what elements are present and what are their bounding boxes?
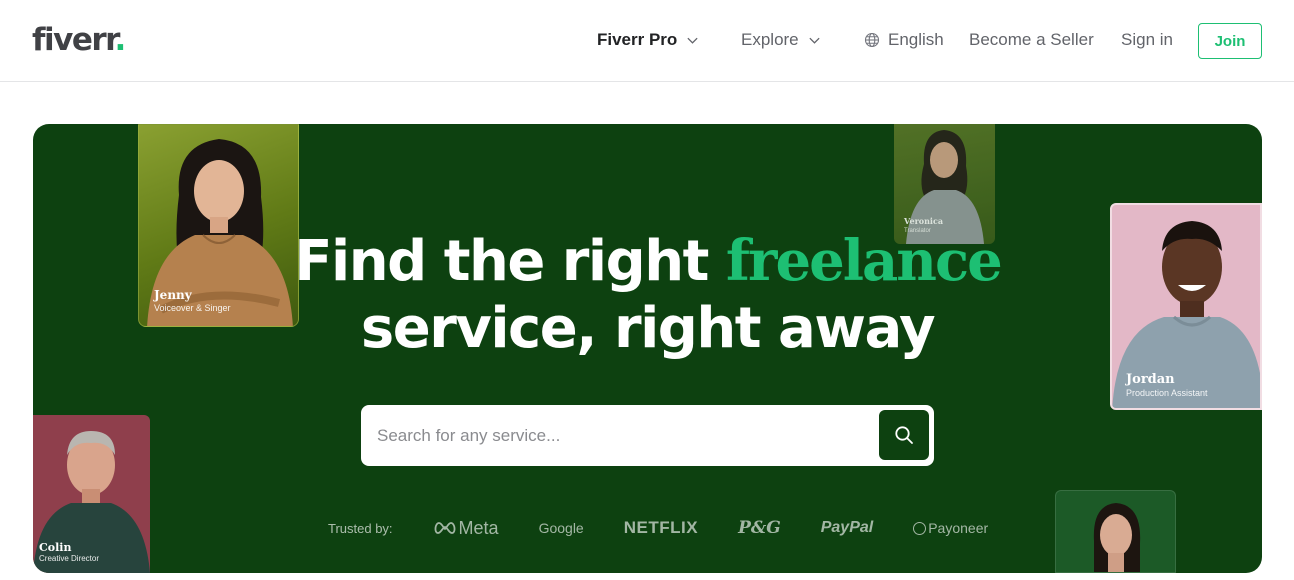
brand-logo-netflix: NETFLIX bbox=[623, 518, 699, 537]
freelancer-name: Colin bbox=[39, 541, 72, 554]
hero-banner: Jenny Voiceover & Singer Veronica Transl… bbox=[33, 124, 1262, 573]
nav-become-seller-label: Become a Seller bbox=[969, 30, 1094, 49]
join-button-label: Join bbox=[1214, 32, 1246, 50]
brand-logo-pg: P&G bbox=[738, 518, 781, 538]
fiverr-logo[interactable]: fiverr. bbox=[32, 20, 126, 60]
trusted-by-label: Trusted by: bbox=[328, 520, 393, 536]
nav-fiverr-pro[interactable]: Fiverr Pro bbox=[597, 28, 699, 52]
freelancer-card-partial bbox=[1055, 490, 1176, 573]
nav-sign-in-label: Sign in bbox=[1121, 30, 1173, 49]
nav-language-label: English bbox=[888, 30, 944, 49]
globe-icon bbox=[864, 32, 880, 48]
brand-logo-paypal: PayPal bbox=[820, 519, 874, 536]
freelancer-role: Creative Director bbox=[39, 554, 100, 563]
nav-language[interactable]: English bbox=[864, 28, 944, 52]
nav-fiverr-pro-label: Fiverr Pro bbox=[597, 30, 678, 49]
chevron-down-icon bbox=[809, 37, 820, 44]
brand-logo-google: Google bbox=[538, 520, 584, 536]
search-button[interactable] bbox=[879, 410, 929, 460]
chevron-down-icon bbox=[687, 37, 698, 44]
freelancer-role: Production Assistant bbox=[1126, 388, 1208, 398]
nav-explore-label: Explore bbox=[741, 30, 799, 49]
freelancer-name: Jordan bbox=[1126, 372, 1175, 387]
search-input[interactable] bbox=[361, 405, 871, 466]
meta-infinity-icon bbox=[434, 522, 455, 534]
freelancer-card-colin: Colin Creative Director bbox=[33, 415, 150, 573]
freelancer-photo bbox=[906, 130, 984, 244]
brand-logo-payoneer: Payoneer bbox=[913, 520, 988, 536]
brand-logo-meta: Meta bbox=[433, 518, 499, 539]
nav-explore[interactable]: Explore bbox=[741, 28, 821, 52]
payoneer-ring-icon bbox=[913, 521, 927, 535]
join-button[interactable]: Join bbox=[1198, 23, 1262, 59]
search-bar bbox=[361, 405, 934, 466]
hero-title: Find the right freelance service, right … bbox=[33, 228, 1262, 362]
freelancer-card-veronica: Veronica Translator bbox=[894, 124, 995, 244]
nav-become-seller[interactable]: Become a Seller bbox=[969, 28, 1094, 52]
hero-title-line2: service, right away bbox=[360, 296, 936, 361]
site-header: fiverr. Fiverr Pro Explore English Becom… bbox=[0, 0, 1294, 82]
freelancer-photo bbox=[1093, 503, 1141, 572]
nav-sign-in[interactable]: Sign in bbox=[1121, 28, 1173, 52]
freelancer-name: Veronica bbox=[904, 216, 944, 226]
trusted-by-row: Trusted by: Meta Google NETFLIX P&G PayP… bbox=[328, 516, 988, 540]
hero-title-prefix: Find the right bbox=[294, 229, 726, 294]
search-icon bbox=[895, 426, 913, 444]
hero-title-accent: freelance bbox=[725, 228, 1003, 294]
